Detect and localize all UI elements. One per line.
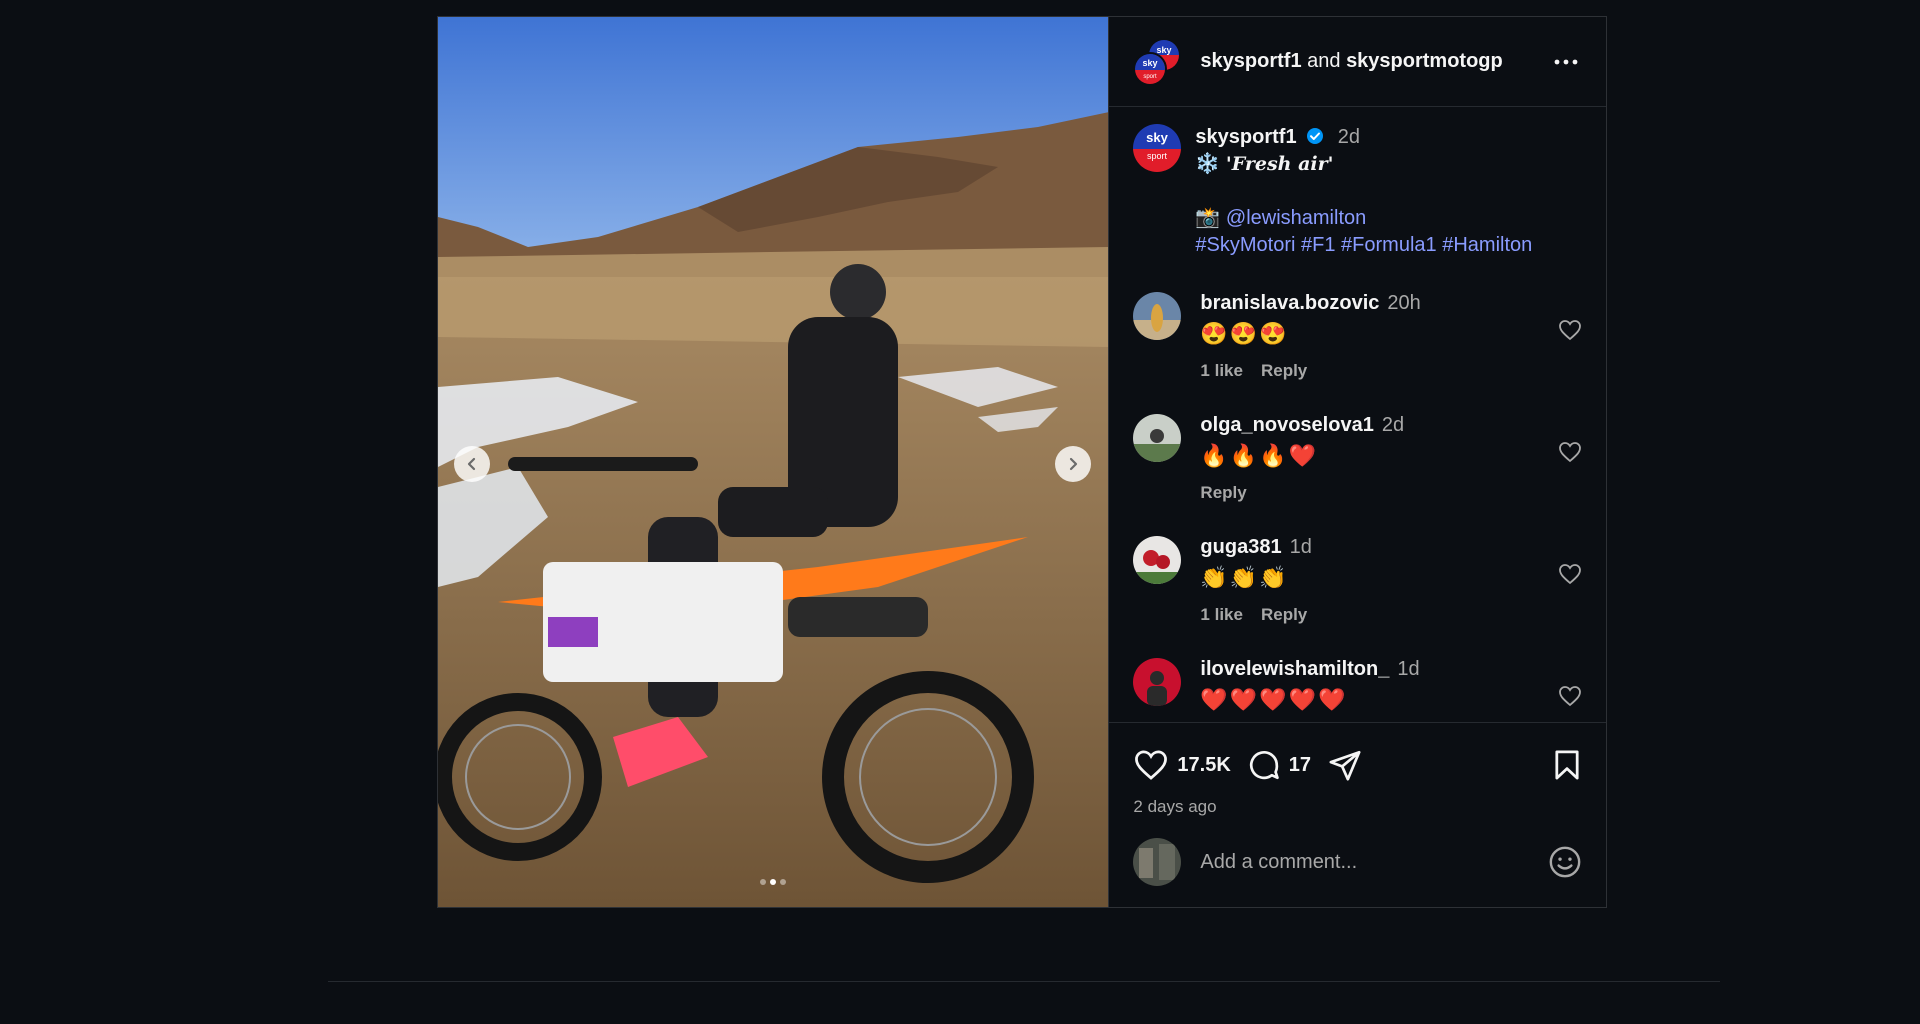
hashtag-link[interactable]: #F1 bbox=[1301, 234, 1335, 256]
comment-like-heart-icon[interactable] bbox=[1558, 441, 1582, 463]
comment-username[interactable]: guga381 bbox=[1200, 536, 1281, 558]
mention-link[interactable]: @lewishamilton bbox=[1226, 207, 1366, 229]
comment-icon bbox=[1249, 751, 1279, 780]
comment-item: ilovelewishamilton_ 1d ❤️❤️❤️❤️❤️ bbox=[1133, 658, 1582, 713]
add-comment-bar: Add a comment... bbox=[1133, 817, 1582, 907]
carousel-dot[interactable] bbox=[780, 879, 787, 885]
comment-like-heart-icon[interactable] bbox=[1558, 685, 1582, 707]
post-side-panel: sky sky sport skysportf1 and skysportmoto… bbox=[1109, 17, 1606, 907]
page-divider bbox=[328, 981, 1720, 982]
like-button[interactable] bbox=[1133, 749, 1169, 781]
comment-like-heart-icon[interactable] bbox=[1558, 319, 1582, 341]
commenter-avatar[interactable] bbox=[1133, 292, 1182, 340]
next-slide-button[interactable] bbox=[1055, 446, 1091, 482]
bookmark-icon bbox=[1555, 750, 1579, 780]
heart-icon bbox=[1135, 750, 1168, 780]
current-user-avatar bbox=[1133, 838, 1182, 886]
comment-reply-button[interactable]: Reply bbox=[1261, 605, 1307, 625]
svg-text:sky: sky bbox=[1143, 58, 1158, 68]
likes-count[interactable]: 17.5K bbox=[1177, 754, 1230, 777]
commenter-avatar[interactable] bbox=[1133, 658, 1182, 706]
comment-text: 😍😍😍 bbox=[1200, 321, 1289, 346]
comment-username[interactable]: olga_novoselova1 bbox=[1200, 414, 1373, 436]
svg-text:sky: sky bbox=[1157, 45, 1172, 55]
caption-username[interactable]: skysportf1 bbox=[1195, 126, 1296, 148]
svg-text:sport: sport bbox=[1144, 74, 1158, 80]
svg-text:sport: sport bbox=[1147, 151, 1168, 161]
post-media bbox=[438, 17, 1110, 907]
caption-mention-line: 📸 @lewishamilton bbox=[1195, 205, 1532, 232]
comment-item: guga381 1d 👏👏👏 1 like Reply bbox=[1133, 536, 1582, 625]
caption-avatar[interactable]: sky sport bbox=[1133, 124, 1182, 172]
caption-hashtags: #SkyMotori #F1 #Formula1 #Hamilton bbox=[1195, 232, 1532, 259]
comment-time: 1d bbox=[1289, 536, 1312, 558]
commenter-avatar[interactable] bbox=[1133, 414, 1182, 462]
caption-time: 2d bbox=[1337, 126, 1360, 148]
comment-likes[interactable]: 1 like bbox=[1200, 361, 1243, 381]
more-horizontal-icon bbox=[1554, 59, 1578, 64]
comment-text: 🔥🔥🔥❤️ bbox=[1200, 443, 1318, 468]
comment-time: 1d bbox=[1397, 658, 1420, 680]
share-button[interactable] bbox=[1327, 748, 1363, 782]
carousel-dot-active[interactable] bbox=[770, 879, 777, 885]
authors-conjunction: and bbox=[1301, 50, 1347, 72]
post-footer: 17.5K 17 2 days ago Add a comment... bbox=[1109, 722, 1606, 907]
collab-avatars[interactable]: sky sky sport bbox=[1133, 37, 1182, 86]
chevron-left-icon bbox=[467, 457, 476, 471]
post-caption: sky sport skysportf1 2d ❄️ 'Fresh air' 📸 bbox=[1133, 108, 1582, 259]
post-actions: 17.5K 17 bbox=[1133, 723, 1582, 801]
caption-title-line: ❄️ 'Fresh air' bbox=[1195, 151, 1532, 178]
svg-text:sky: sky bbox=[1147, 130, 1169, 145]
comment-body: ilovelewishamilton_ 1d ❤️❤️❤️❤️❤️ bbox=[1200, 658, 1582, 713]
more-options-button[interactable] bbox=[1550, 46, 1582, 78]
caption-meta: skysportf1 2d bbox=[1195, 124, 1532, 151]
comment-reply-button[interactable]: Reply bbox=[1261, 361, 1307, 381]
post-timestamp[interactable]: 2 days ago bbox=[1133, 797, 1582, 817]
comment-text: ❤️❤️❤️❤️❤️ bbox=[1200, 687, 1348, 712]
smiley-icon bbox=[1549, 846, 1581, 878]
commenter-avatar[interactable] bbox=[1133, 536, 1182, 584]
comment-like-heart-icon[interactable] bbox=[1558, 563, 1582, 585]
comment-username[interactable]: ilovelewishamilton_ bbox=[1200, 658, 1389, 680]
comment-time: 2d bbox=[1381, 414, 1405, 436]
snowflake-emoji: ❄️ bbox=[1195, 153, 1221, 175]
comment-time: 20h bbox=[1387, 292, 1421, 314]
comment-body: branislava.bozovic 20h 😍😍😍 1 like Reply bbox=[1200, 292, 1582, 381]
camera-emoji: 📸 bbox=[1195, 207, 1221, 229]
author-link-2[interactable]: skysportmotogp bbox=[1346, 50, 1503, 72]
verified-badge-icon bbox=[1307, 128, 1324, 144]
comment-body: guga381 1d 👏👏👏 1 like Reply bbox=[1200, 536, 1582, 625]
post-header: sky sky sport skysportf1 and skysportmoto… bbox=[1109, 17, 1606, 107]
skysportf1-avatar: sky sport bbox=[1133, 51, 1168, 86]
post-authors: skysportf1 and skysportmotogp bbox=[1200, 50, 1550, 73]
save-button[interactable] bbox=[1552, 749, 1582, 781]
comment-item: branislava.bozovic 20h 😍😍😍 1 like Reply bbox=[1133, 292, 1582, 381]
hashtag-link[interactable]: #SkyMotori bbox=[1195, 234, 1295, 256]
post-photo bbox=[438, 17, 1109, 907]
carousel-dots bbox=[438, 879, 1108, 885]
comment-item: olga_novoselova1 2d 🔥🔥🔥❤️ Reply bbox=[1133, 414, 1582, 503]
comments-list[interactable]: sky sport skysportf1 2d ❄️ 'Fresh air' 📸 bbox=[1109, 108, 1606, 722]
send-icon bbox=[1329, 750, 1361, 781]
hashtag-link[interactable]: #Hamilton bbox=[1442, 234, 1532, 256]
comment-body: olga_novoselova1 2d 🔥🔥🔥❤️ Reply bbox=[1200, 414, 1582, 503]
carousel-dot[interactable] bbox=[760, 879, 767, 885]
hashtag-link[interactable]: #Formula1 bbox=[1341, 234, 1437, 256]
chevron-right-icon bbox=[1069, 457, 1078, 471]
comment-username[interactable]: branislava.bozovic bbox=[1200, 292, 1379, 314]
caption-body: skysportf1 2d ❄️ 'Fresh air' 📸 @lewisham… bbox=[1195, 124, 1532, 259]
comment-button[interactable] bbox=[1247, 748, 1281, 782]
comment-likes[interactable]: 1 like bbox=[1200, 605, 1243, 625]
caption-title: 'Fresh air' bbox=[1225, 153, 1334, 175]
author-link-1[interactable]: skysportf1 bbox=[1200, 50, 1301, 72]
add-comment-input[interactable]: Add a comment... bbox=[1200, 851, 1548, 874]
comment-reply-button[interactable]: Reply bbox=[1200, 483, 1246, 503]
comment-text: 👏👏👏 bbox=[1200, 565, 1289, 590]
previous-slide-button[interactable] bbox=[454, 446, 490, 482]
post-modal: sky sky sport skysportf1 and skysportmoto… bbox=[437, 16, 1607, 908]
emoji-picker-button[interactable] bbox=[1548, 845, 1582, 879]
comments-count[interactable]: 17 bbox=[1289, 754, 1311, 777]
